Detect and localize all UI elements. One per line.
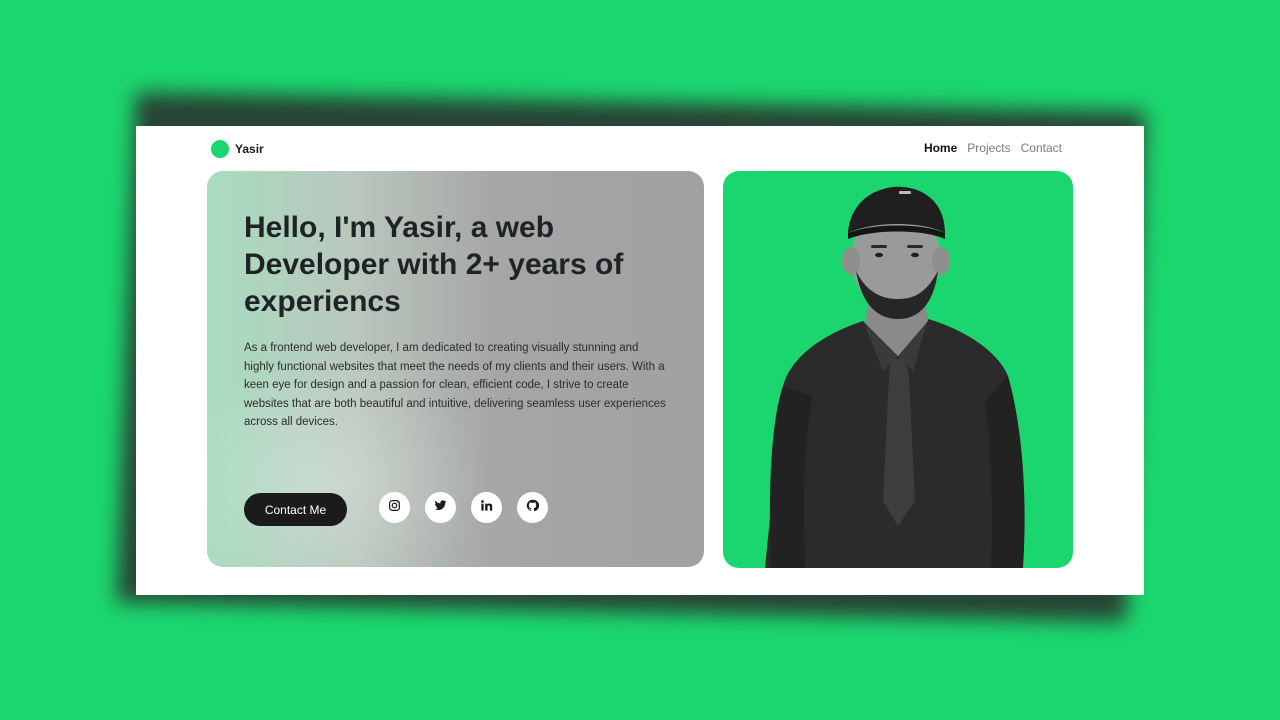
github-icon — [526, 499, 540, 517]
linkedin-icon — [480, 499, 493, 517]
instagram-link[interactable] — [379, 492, 410, 523]
top-nav: Home Projects Contact — [924, 140, 1062, 156]
hero-title: Hello, I'm Yasir, a web Developer with 2… — [244, 211, 624, 318]
brand[interactable]: Yasir — [211, 140, 264, 158]
hero-card: Hello, I'm Yasir, a web Developer with 2… — [207, 171, 704, 567]
nav-item-home[interactable]: Home — [924, 140, 957, 156]
brand-logo-dot — [211, 140, 229, 158]
brand-name: Yasir — [235, 142, 264, 156]
twitter-link[interactable] — [425, 492, 456, 523]
instagram-icon — [388, 499, 401, 517]
profile-photo-card — [723, 171, 1073, 568]
linkedin-link[interactable] — [471, 492, 502, 523]
portfolio-page: Yasir Home Projects Contact Hello, I'm Y… — [136, 126, 1144, 595]
nav-item-contact[interactable]: Contact — [1021, 140, 1062, 156]
github-link[interactable] — [517, 492, 548, 523]
contact-me-button[interactable]: Contact Me — [244, 493, 347, 526]
hero-description: As a frontend web developer, I am dedica… — [244, 342, 666, 428]
twitter-icon — [434, 499, 447, 517]
social-links — [379, 492, 548, 523]
nav-item-projects[interactable]: Projects — [967, 140, 1010, 156]
